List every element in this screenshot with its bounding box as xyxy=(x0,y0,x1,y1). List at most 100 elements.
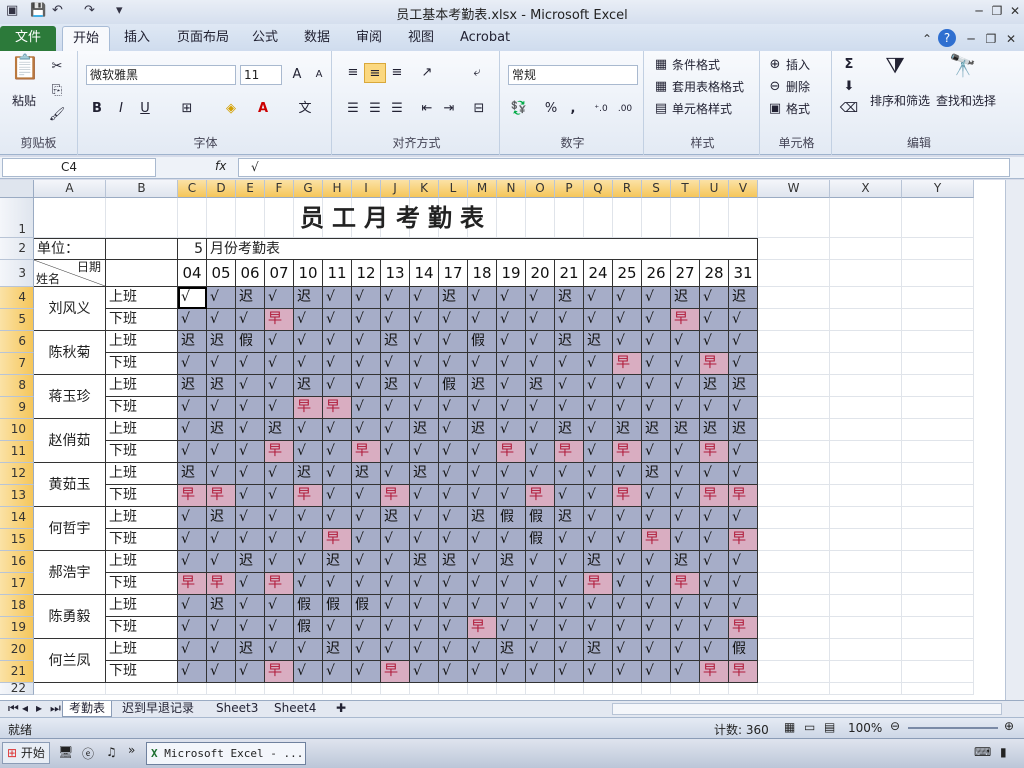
grid-cell[interactable] xyxy=(758,397,830,419)
attendance-cell[interactable]: √ xyxy=(381,595,410,617)
grid-cell[interactable] xyxy=(265,683,294,695)
grid-cell[interactable] xyxy=(902,639,974,661)
grid-cell[interactable] xyxy=(830,397,902,419)
tab-view[interactable]: 视图 xyxy=(398,26,444,51)
grid-cell[interactable] xyxy=(902,551,974,573)
date-header[interactable]: 04 xyxy=(178,260,207,287)
attendance-cell[interactable]: 迟 xyxy=(526,375,555,397)
column-header[interactable]: R xyxy=(613,180,642,198)
attendance-cell[interactable]: 迟 xyxy=(671,419,700,441)
grid-cell[interactable] xyxy=(830,198,902,238)
attendance-cell[interactable]: √ xyxy=(410,507,439,529)
attendance-cell[interactable]: 迟 xyxy=(729,419,758,441)
attendance-cell[interactable]: √ xyxy=(671,617,700,639)
attendance-cell[interactable]: 早 xyxy=(381,485,410,507)
attendance-cell[interactable]: √ xyxy=(381,639,410,661)
doc-close-icon[interactable]: ✕ xyxy=(1002,30,1020,48)
date-header[interactable]: 18 xyxy=(468,260,497,287)
attendance-cell[interactable]: √ xyxy=(323,441,352,463)
wrap-text-icon[interactable]: ⤶ xyxy=(466,63,488,83)
attendance-cell[interactable]: √ xyxy=(526,331,555,353)
attendance-cell[interactable]: 早 xyxy=(207,573,236,595)
formula-input[interactable]: √ xyxy=(238,158,1010,177)
attendance-cell[interactable]: 早 xyxy=(323,529,352,551)
attendance-cell[interactable]: √ xyxy=(352,617,381,639)
column-header[interactable]: L xyxy=(439,180,468,198)
attendance-cell[interactable]: 迟 xyxy=(410,419,439,441)
attendance-cell[interactable]: √ xyxy=(178,309,207,331)
unit-value[interactable] xyxy=(106,238,178,260)
grid-cell[interactable] xyxy=(758,198,830,238)
attendance-cell[interactable]: √ xyxy=(439,353,468,375)
attendance-cell[interactable]: √ xyxy=(555,375,584,397)
grid-cell[interactable] xyxy=(830,485,902,507)
attendance-cell[interactable]: 假 xyxy=(729,639,758,661)
attendance-cell[interactable]: √ xyxy=(352,287,381,309)
page-break-view-icon[interactable]: ▤ xyxy=(824,720,835,734)
fill-color-icon[interactable]: ◈ xyxy=(220,99,242,119)
attendance-cell[interactable]: 早 xyxy=(207,485,236,507)
grid-cell[interactable] xyxy=(902,507,974,529)
attendance-cell[interactable]: √ xyxy=(526,551,555,573)
attendance-cell[interactable]: 假 xyxy=(294,617,323,639)
attendance-cell[interactable]: 迟 xyxy=(207,331,236,353)
date-header[interactable]: 10 xyxy=(294,260,323,287)
attendance-cell[interactable]: √ xyxy=(207,309,236,331)
column-header[interactable]: D xyxy=(207,180,236,198)
font-color-icon[interactable]: A xyxy=(252,99,274,119)
date-header[interactable]: 25 xyxy=(613,260,642,287)
grid-cell[interactable] xyxy=(758,661,830,683)
attendance-cell[interactable]: √ xyxy=(671,397,700,419)
attendance-cell[interactable]: √ xyxy=(555,397,584,419)
row-header[interactable]: 3 xyxy=(0,260,34,287)
attendance-cell[interactable]: √ xyxy=(323,573,352,595)
attendance-cell[interactable]: √ xyxy=(265,397,294,419)
shrink-font-icon[interactable]: A xyxy=(308,65,330,85)
attendance-cell[interactable]: √ xyxy=(526,309,555,331)
grid-cell[interactable] xyxy=(758,238,830,260)
grid-cell[interactable] xyxy=(902,287,974,309)
attendance-cell[interactable]: √ xyxy=(207,529,236,551)
attendance-cell[interactable]: √ xyxy=(497,617,526,639)
attendance-cell[interactable]: √ xyxy=(671,661,700,683)
attendance-cell[interactable]: √ xyxy=(381,419,410,441)
grid-cell[interactable] xyxy=(902,529,974,551)
orientation-icon[interactable]: ↗ xyxy=(416,63,438,83)
attendance-cell[interactable]: √ xyxy=(294,573,323,595)
attendance-cell[interactable]: √ xyxy=(468,639,497,661)
row-header[interactable]: 13 xyxy=(0,485,34,507)
tab-file[interactable]: 文件 xyxy=(0,26,56,51)
date-header[interactable]: 24 xyxy=(584,260,613,287)
grid-cell[interactable] xyxy=(902,683,974,695)
attendance-cell[interactable]: √ xyxy=(642,551,671,573)
merge-center-icon[interactable]: ⊟ xyxy=(468,99,490,119)
row-header[interactable]: 21 xyxy=(0,661,34,683)
grid-cell[interactable] xyxy=(902,661,974,683)
attendance-cell[interactable]: √ xyxy=(642,353,671,375)
attendance-cell[interactable]: √ xyxy=(555,661,584,683)
employee-name[interactable]: 陈勇毅 xyxy=(34,595,106,639)
attendance-cell[interactable]: 早 xyxy=(613,485,642,507)
date-header[interactable]: 14 xyxy=(410,260,439,287)
grid-cell[interactable] xyxy=(830,287,902,309)
grid-cell[interactable] xyxy=(830,661,902,683)
attendance-cell[interactable]: 早 xyxy=(178,573,207,595)
delete-cells-button[interactable]: 删除 xyxy=(786,77,810,97)
attendance-cell[interactable]: √ xyxy=(323,309,352,331)
attendance-cell[interactable]: √ xyxy=(410,397,439,419)
attendance-cell[interactable]: √ xyxy=(294,639,323,661)
copy-icon[interactable]: ⎘ xyxy=(46,81,68,101)
attendance-cell[interactable]: 假 xyxy=(439,375,468,397)
attendance-cell[interactable]: √ xyxy=(584,375,613,397)
tab-page-layout[interactable]: 页面布局 xyxy=(167,26,239,51)
font-name-box[interactable]: 微软雅黑 xyxy=(86,65,236,85)
attendance-cell[interactable]: √ xyxy=(352,661,381,683)
attendance-cell[interactable]: √ xyxy=(584,419,613,441)
attendance-cell[interactable]: √ xyxy=(410,485,439,507)
attendance-cell[interactable]: √ xyxy=(468,287,497,309)
attendance-cell[interactable]: 迟 xyxy=(468,419,497,441)
attendance-cell[interactable]: √ xyxy=(584,595,613,617)
attendance-cell[interactable]: √ xyxy=(207,661,236,683)
attendance-cell[interactable]: √ xyxy=(323,375,352,397)
grid-cell[interactable] xyxy=(758,551,830,573)
